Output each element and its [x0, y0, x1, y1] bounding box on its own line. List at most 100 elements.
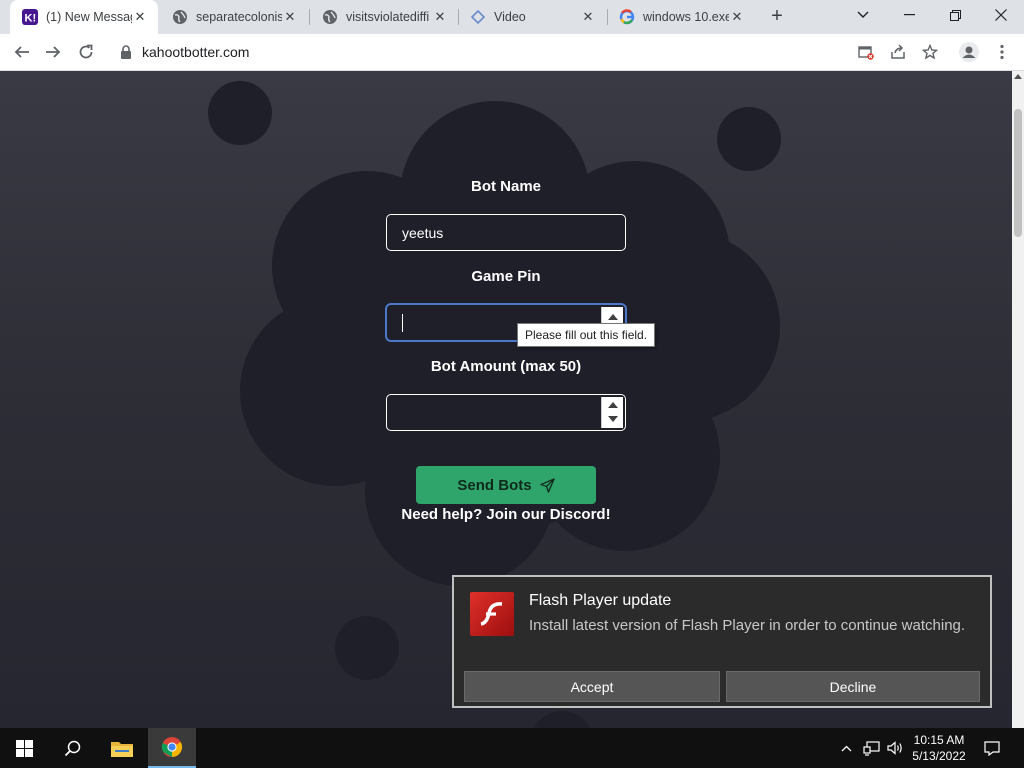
close-tab-icon[interactable]: ✕ [580, 9, 596, 25]
decor-circle [335, 616, 399, 680]
discord-link[interactable]: Need help? Join our Discord! [386, 506, 626, 523]
new-tab-button[interactable]: + [766, 5, 788, 27]
send-bots-label: Send Bots [457, 476, 532, 494]
decline-button[interactable]: Decline [726, 671, 980, 702]
flash-player-icon [470, 592, 514, 636]
decor-circle [717, 107, 781, 171]
tab-title: windows 10.exe [643, 10, 729, 24]
windows-logo-icon [15, 739, 33, 757]
popup-blocked-button[interactable] [853, 39, 879, 65]
bookmark-button[interactable] [917, 39, 943, 65]
close-tab-icon[interactable]: ✕ [729, 9, 745, 25]
reload-icon [79, 44, 93, 59]
more-vert-icon [1000, 44, 1004, 60]
globe-icon [322, 9, 338, 25]
page-scrollbar[interactable] [1012, 71, 1024, 728]
scroll-thumb[interactable] [1014, 109, 1022, 237]
scroll-up-arrow[interactable] [1014, 74, 1022, 79]
star-icon [922, 44, 938, 60]
search-button[interactable] [48, 728, 96, 768]
address-bar[interactable]: kahootbotter.com [106, 37, 946, 67]
send-bots-button[interactable]: Send Bots [416, 466, 596, 504]
triangle-icon [470, 9, 486, 25]
decor-circle [208, 81, 272, 145]
restore-icon [949, 9, 961, 21]
taskbar-clock[interactable]: 10:15 AM 5/13/2022 [905, 732, 973, 764]
text-caret [402, 313, 403, 332]
notifications-button[interactable] [980, 728, 1004, 768]
profile-button[interactable] [956, 39, 982, 65]
search-icon [64, 740, 80, 756]
share-icon [891, 44, 905, 59]
close-tab-icon[interactable]: ✕ [132, 9, 148, 25]
close-tab-icon[interactable]: ✕ [282, 9, 298, 25]
decor-circle [530, 711, 594, 728]
chrome-taskbar-button[interactable] [148, 728, 196, 768]
tab-title: (1) New Messag [46, 10, 132, 24]
tab-strip: K! (1) New Messag ✕ separatecolonis ✕ vi… [0, 0, 1024, 34]
chrome-icon [161, 737, 183, 758]
stepper-up-icon[interactable] [608, 314, 618, 320]
accept-button[interactable]: Accept [464, 671, 720, 702]
tab-search-button[interactable] [840, 0, 886, 30]
globe-icon [172, 9, 188, 25]
volume-button[interactable] [884, 728, 906, 768]
tab-video[interactable]: Video ✕ [458, 0, 606, 34]
tab-title: visitsviolatediffi [346, 10, 430, 24]
bot-amount-stepper[interactable] [601, 397, 623, 428]
tab-new-message[interactable]: K! (1) New Messag ✕ [10, 0, 158, 34]
tab-windows[interactable]: windows 10.exe ✕ [607, 0, 755, 34]
chevron-up-icon [841, 745, 851, 751]
network-icon [862, 740, 880, 756]
close-window-button[interactable] [978, 0, 1024, 30]
minimize-button[interactable] [886, 0, 932, 30]
flash-update-popup: Flash Player update Install latest versi… [452, 575, 992, 708]
avatar-icon [959, 42, 979, 62]
close-icon [995, 9, 1007, 21]
minimize-icon [903, 14, 915, 16]
stepper-down-icon[interactable] [608, 416, 618, 422]
restore-button[interactable] [932, 0, 978, 30]
network-button[interactable] [860, 728, 882, 768]
tab-title: separatecolonis [196, 10, 282, 24]
bot-amount-label: Bot Amount (max 50) [430, 358, 582, 375]
tab-visitsviolated[interactable]: visitsviolatediffi ✕ [310, 0, 458, 34]
google-icon [619, 9, 635, 25]
notification-icon [984, 740, 1000, 756]
browser-window: K! (1) New Messag ✕ separatecolonis ✕ vi… [0, 0, 1024, 768]
stepper-up-icon[interactable] [608, 402, 618, 408]
lock-icon [121, 45, 131, 59]
svg-text:K!: K! [25, 13, 37, 25]
flash-popup-title: Flash Player update [529, 592, 672, 609]
browser-toolbar: kahootbotter.com [0, 34, 1024, 71]
chevron-down-icon [857, 11, 869, 18]
folder-icon [111, 742, 133, 757]
show-hidden-icons-button[interactable] [836, 728, 856, 768]
flash-popup-message: Install latest version of Flash Player i… [529, 617, 966, 634]
arrow-left-icon [14, 46, 29, 58]
bot-name-label: Bot Name [470, 178, 541, 195]
reload-button[interactable] [73, 39, 99, 65]
forward-button[interactable] [40, 39, 66, 65]
speaker-icon [886, 741, 902, 755]
close-tab-icon[interactable]: ✕ [432, 9, 448, 25]
validation-tooltip: Please fill out this field. [517, 323, 656, 347]
share-button[interactable] [885, 39, 911, 65]
arrow-right-icon [46, 46, 61, 58]
bot-name-value: yeetus [402, 224, 444, 241]
kahoot-icon: K! [22, 9, 38, 25]
game-pin-label: Game Pin [471, 268, 541, 285]
start-button[interactable] [0, 728, 48, 768]
tab-separatecolonis[interactable]: separatecolonis ✕ [160, 0, 308, 34]
tab-title: Video [494, 10, 526, 24]
popup-blocked-icon [858, 46, 874, 60]
url-text: kahootbotter.com [142, 44, 250, 60]
clock-date: 5/13/2022 [912, 749, 966, 763]
file-explorer-button[interactable] [98, 728, 146, 768]
windows-taskbar: 10:15 AM 5/13/2022 [0, 728, 1024, 768]
bot-name-input[interactable]: yeetus [386, 214, 626, 251]
menu-button[interactable] [989, 39, 1015, 65]
bot-amount-input[interactable] [386, 394, 626, 431]
paper-plane-icon [539, 477, 555, 493]
back-button[interactable] [9, 39, 35, 65]
